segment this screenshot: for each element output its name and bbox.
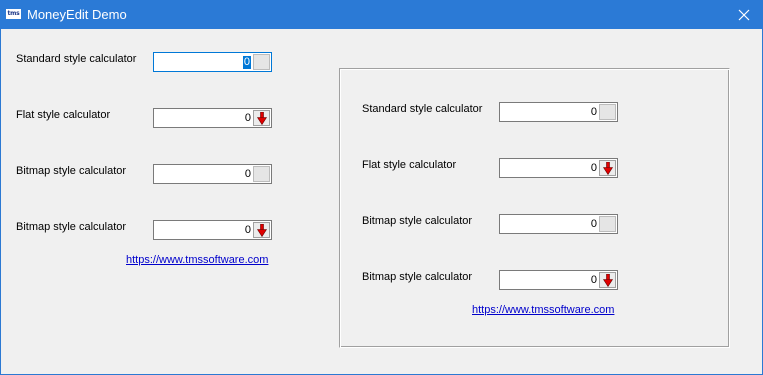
calculator-button[interactable] [253, 166, 270, 182]
down-arrow-icon [257, 112, 267, 125]
label-bitmap-calculator-1: Bitmap style calculator [16, 165, 127, 177]
calculator-button[interactable] [599, 104, 616, 120]
down-arrow-icon [603, 162, 613, 175]
app-icon: tms [6, 9, 21, 19]
money-edit-standard[interactable]: 0 [153, 52, 272, 72]
money-value: 0 [590, 274, 597, 286]
label-bitmap-calculator-2: Bitmap style calculator [362, 271, 473, 283]
calculator-dropdown-button[interactable] [599, 160, 616, 176]
money-edit-bitmap-1[interactable]: 0 [153, 164, 272, 184]
window-title: MoneyEdit Demo [27, 7, 127, 22]
tms-website-link-panel[interactable]: https://www.tmssoftware.com [472, 304, 614, 316]
money-edit-bitmap-1-panel[interactable]: 0 [499, 214, 618, 234]
down-arrow-icon [257, 224, 267, 237]
money-value: 0 [244, 112, 251, 124]
money-value: 0 [244, 224, 251, 236]
money-value: 0 [590, 106, 597, 118]
calculator-button[interactable] [253, 54, 270, 70]
label-bitmap-calculator-2: Bitmap style calculator [16, 221, 127, 233]
label-flat-calculator: Flat style calculator [16, 109, 111, 121]
money-edit-flat-panel[interactable]: 0 [499, 158, 618, 178]
moneyedit-window: tms MoneyEdit Demo Standard style calcul… [0, 0, 763, 375]
money-edit-bitmap-2-panel[interactable]: 0 [499, 270, 618, 290]
label-flat-calculator: Flat style calculator [362, 159, 457, 171]
label-standard-calculator: Standard style calculator [362, 103, 483, 115]
money-value: 0 [590, 162, 597, 174]
calculator-dropdown-button[interactable] [253, 222, 270, 238]
money-value: 0 [244, 168, 251, 180]
label-standard-calculator: Standard style calculator [16, 53, 137, 65]
calculator-dropdown-button[interactable] [253, 110, 270, 126]
label-bitmap-calculator-1: Bitmap style calculator [362, 215, 473, 227]
calculator-dropdown-button[interactable] [599, 272, 616, 288]
down-arrow-icon [603, 274, 613, 287]
money-edit-standard-panel[interactable]: 0 [499, 102, 618, 122]
close-button[interactable] [725, 0, 763, 29]
money-value: 0 [590, 218, 597, 230]
money-edit-flat[interactable]: 0 [153, 108, 272, 128]
calculator-button[interactable] [599, 216, 616, 232]
money-value: 0 [242, 56, 251, 69]
tms-website-link[interactable]: https://www.tmssoftware.com [126, 254, 268, 266]
title-bar[interactable]: tms MoneyEdit Demo [0, 0, 763, 29]
money-edit-bitmap-2[interactable]: 0 [153, 220, 272, 240]
close-icon [738, 9, 750, 20]
